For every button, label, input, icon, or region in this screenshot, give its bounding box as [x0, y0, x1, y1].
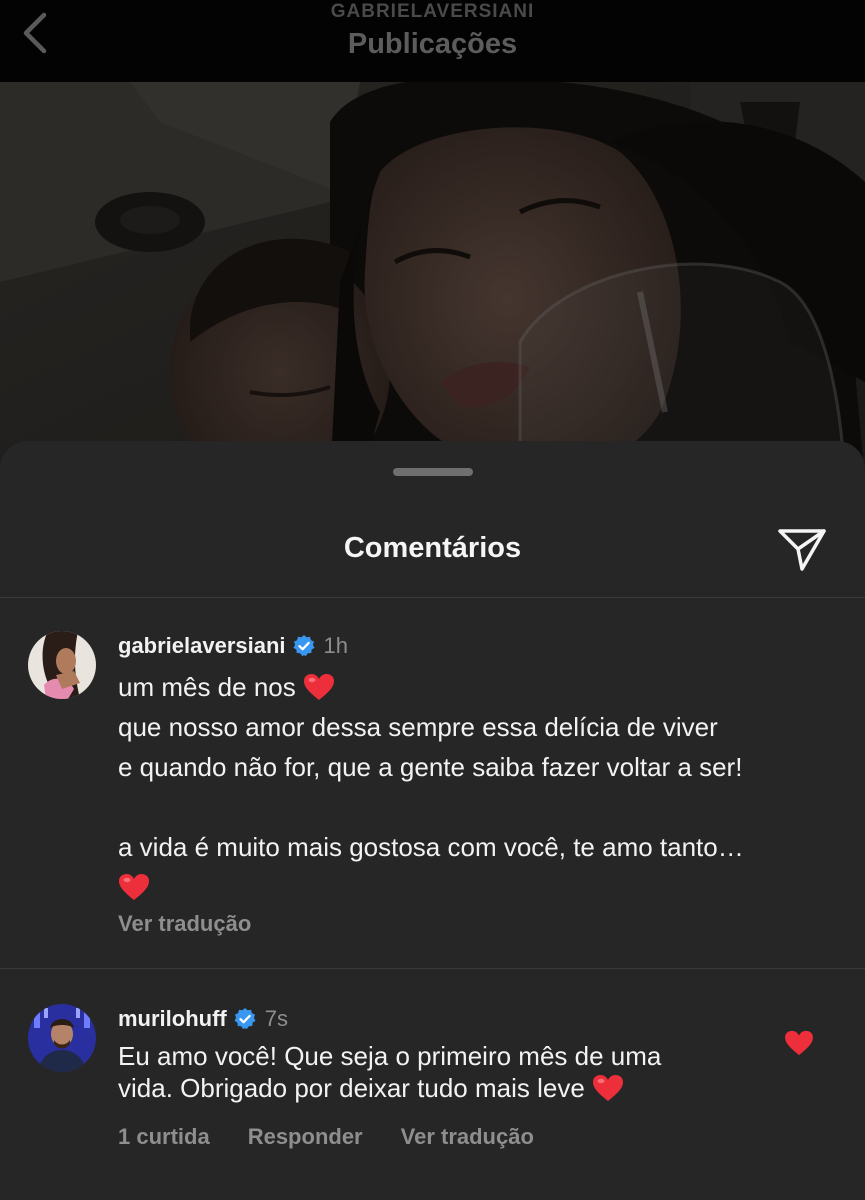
comment-line: vida. Obrigado por deixar tudo mais leve	[118, 1072, 818, 1104]
comment-header: gabrielaversiani 1h	[118, 633, 348, 659]
post-photo	[0, 82, 865, 482]
comment-line-text: um mês de nos	[118, 672, 296, 702]
avatar-image	[28, 1004, 96, 1072]
likes-count[interactable]: 1 curtida	[118, 1124, 210, 1150]
share-button[interactable]	[776, 523, 828, 575]
comment-meta: 1 curtida Responder Ver tradução	[118, 1124, 534, 1150]
like-button[interactable]	[784, 1030, 814, 1058]
comment-time: 1h	[323, 633, 349, 658]
comment-line	[118, 867, 818, 907]
top-bar: GABRIELAVERSIANI Publicações	[0, 0, 865, 82]
verified-badge-icon	[234, 1008, 256, 1029]
comment-divider	[0, 968, 865, 969]
comment-line: que nosso amor dessa sempre essa delícia…	[118, 712, 718, 742]
comment-time: 7s	[264, 1006, 289, 1031]
drag-handle[interactable]	[393, 468, 473, 476]
page-title: Publicações	[347, 28, 518, 60]
comments-title: Comentários	[343, 532, 522, 564]
heart-emoji-icon	[593, 1075, 624, 1101]
comment-line: Eu amo você! Que seja o primeiro mês de …	[118, 1041, 662, 1071]
comment-username[interactable]: murilohuff	[118, 1006, 227, 1032]
comment-line: e quando não for, que a gente saiba faze…	[118, 752, 743, 782]
heart-emoji-icon	[119, 874, 149, 900]
comment-line: a vida é muito mais gostosa com você, te…	[118, 832, 744, 862]
comment-text: Eu amo você! Que seja o primeiro mês de …	[118, 1040, 818, 1104]
heart-emoji-icon	[303, 674, 334, 700]
avatar-image	[28, 631, 96, 699]
translate-link[interactable]: Ver tradução	[118, 911, 251, 937]
translate-link[interactable]: Ver tradução	[401, 1124, 534, 1150]
comment-line	[118, 787, 818, 827]
comment-header: murilohuff 7s	[118, 1006, 288, 1032]
comment-meta: Ver tradução	[118, 911, 251, 937]
comment-username[interactable]: gabrielaversiani	[118, 633, 286, 659]
like-heart-icon	[785, 1030, 813, 1056]
post-photo-image	[0, 82, 865, 482]
avatar[interactable]	[28, 1004, 96, 1072]
comment-line-text: vida. Obrigado por deixar tudo mais leve	[118, 1073, 585, 1103]
avatar[interactable]	[28, 631, 96, 699]
comments-sheet: Comentários gabrielaversiani 1h um mês d…	[0, 441, 865, 1200]
comment-line: um mês de nos	[118, 667, 818, 707]
header-divider	[0, 597, 865, 598]
header-username: GABRIELAVERSIANI	[330, 1, 535, 22]
verified-badge-icon	[293, 635, 315, 656]
comment-text: um mês de nos que nosso amor dessa sempr…	[118, 667, 818, 907]
share-icon	[778, 529, 826, 571]
reply-link[interactable]: Responder	[248, 1124, 363, 1150]
